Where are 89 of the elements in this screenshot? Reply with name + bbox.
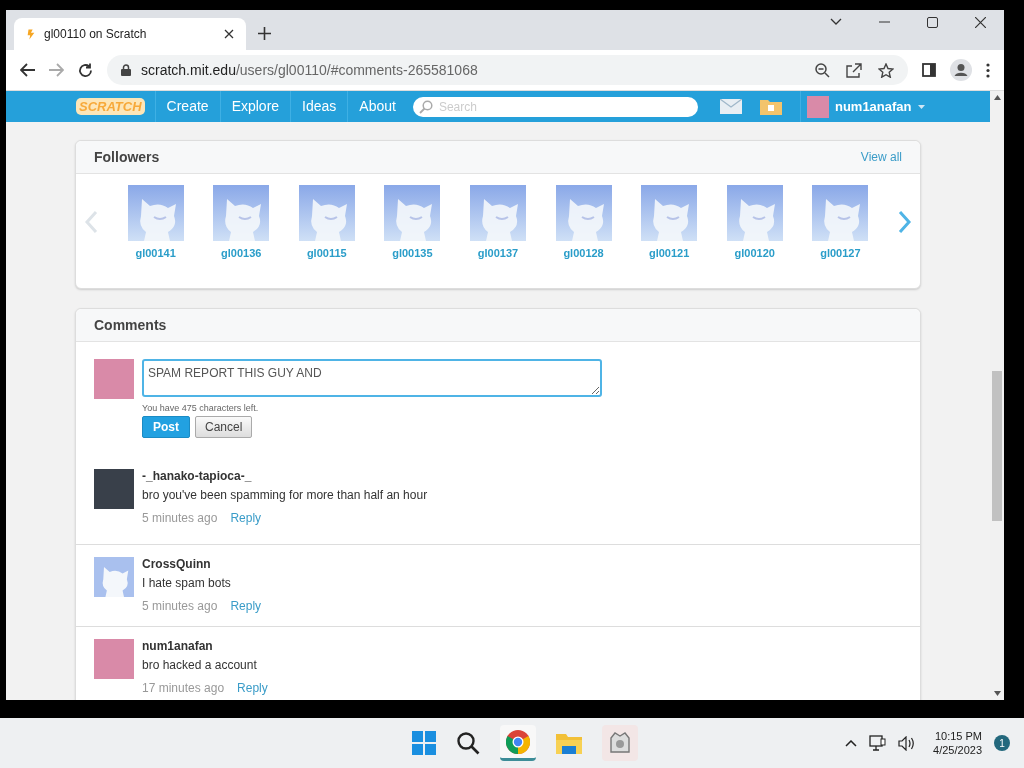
cancel-button[interactable]: Cancel bbox=[195, 416, 253, 438]
reply-link[interactable]: Reply bbox=[237, 681, 268, 695]
chevron-up-icon[interactable] bbox=[845, 739, 858, 747]
new-tab-icon[interactable] bbox=[258, 27, 271, 40]
scroll-down-icon[interactable] bbox=[993, 691, 1001, 696]
reply-link[interactable]: Reply bbox=[230, 599, 262, 613]
cat-head-icon bbox=[609, 730, 631, 753]
follower-link[interactable]: gl00136 bbox=[221, 247, 262, 259]
cat-avatar-icon[interactable] bbox=[726, 185, 783, 241]
folder-icon[interactable] bbox=[556, 732, 582, 754]
section-title: Followers bbox=[94, 149, 160, 165]
url-text: scratch.mit.edu/users/gl00110/#comments-265581068 bbox=[141, 62, 478, 78]
zoom-out-icon[interactable] bbox=[815, 62, 830, 78]
comment-input-field[interactable]: SPAM REPORT THIS GUY AND bbox=[142, 359, 602, 397]
nav-link[interactable]: About bbox=[347, 91, 407, 122]
address-bar[interactable]: scratch.mit.edu/users/gl00110/#comments-265581068 bbox=[107, 55, 908, 85]
browser-tab[interactable]: gl00110 on Scratch bbox=[14, 18, 246, 50]
nav-link[interactable]: Create bbox=[154, 91, 220, 122]
comment-text: bro you've been spamming for more than half an hour bbox=[142, 488, 428, 502]
avatar-placeholder bbox=[806, 95, 829, 118]
follower-link[interactable]: gl00128 bbox=[563, 247, 604, 259]
section-title: Comments bbox=[94, 317, 167, 333]
close-icon[interactable] bbox=[224, 29, 234, 39]
forward-arrow-icon[interactable] bbox=[49, 63, 64, 77]
username: num1anafan bbox=[834, 99, 912, 114]
reply-link[interactable]: Reply bbox=[230, 511, 262, 525]
account-menu[interactable]: num1anafan bbox=[799, 91, 931, 122]
folder-icon[interactable] bbox=[759, 98, 782, 115]
maximize-icon[interactable] bbox=[927, 16, 938, 28]
comment-author[interactable]: num1anafan bbox=[142, 639, 213, 653]
cat-avatar-icon[interactable] bbox=[213, 185, 270, 241]
side-panel-icon[interactable] bbox=[922, 63, 936, 77]
lock-icon bbox=[121, 64, 131, 76]
comment-time: 5 minutes ago bbox=[142, 511, 218, 525]
comment-author[interactable]: -_hanako-tapioca-_ bbox=[142, 469, 252, 483]
notification-badge[interactable]: 1 bbox=[994, 735, 1010, 751]
follower-link[interactable]: gl00141 bbox=[135, 247, 176, 259]
scratch-logo[interactable]: SCRATCH bbox=[76, 98, 145, 115]
app-taskbar-button[interactable] bbox=[602, 725, 638, 761]
cat-avatar-icon[interactable] bbox=[127, 185, 184, 241]
comment-time: 5 minutes ago bbox=[142, 599, 218, 613]
follower-link[interactable]: gl00120 bbox=[734, 247, 775, 259]
chrome-taskbar-button[interactable] bbox=[500, 725, 536, 761]
search-icon bbox=[418, 99, 433, 114]
cat-avatar-icon[interactable] bbox=[298, 185, 355, 241]
reload-icon[interactable] bbox=[78, 62, 93, 78]
chevron-right-icon[interactable] bbox=[897, 210, 912, 234]
avatar-placeholder bbox=[94, 469, 134, 509]
star-icon[interactable] bbox=[878, 62, 894, 78]
windows-start-icon[interactable] bbox=[412, 731, 436, 755]
comment-text: I hate spam bots bbox=[142, 576, 231, 590]
envelope-icon[interactable] bbox=[719, 99, 742, 114]
close-icon[interactable] bbox=[975, 16, 986, 28]
network-icon[interactable] bbox=[869, 735, 887, 751]
caret-icon bbox=[917, 104, 925, 109]
cat-avatar-icon[interactable] bbox=[812, 185, 869, 241]
cat-avatar-icon[interactable] bbox=[555, 185, 612, 241]
follower-link[interactable]: gl00135 bbox=[392, 247, 433, 259]
follower-link[interactable]: gl00115 bbox=[306, 247, 347, 259]
cat-avatar-icon[interactable] bbox=[469, 185, 526, 241]
avatar-placeholder bbox=[94, 359, 134, 399]
speaker-icon[interactable] bbox=[898, 735, 916, 751]
comment-author[interactable]: CrossQuinn bbox=[142, 557, 211, 571]
follower-link[interactable]: gl00137 bbox=[477, 247, 519, 259]
clock-time: 10:15 PM bbox=[934, 730, 982, 742]
back-arrow-icon[interactable] bbox=[20, 63, 35, 77]
avatar-placeholder bbox=[94, 639, 134, 679]
nav-link[interactable]: Ideas bbox=[290, 91, 348, 122]
scrollbar[interactable] bbox=[990, 91, 1004, 700]
cat-avatar-icon[interactable] bbox=[641, 185, 698, 241]
chevron-down-icon[interactable] bbox=[830, 18, 842, 26]
comment-text: bro hacked a account bbox=[142, 658, 257, 672]
scrollbar-thumb[interactable] bbox=[992, 371, 1002, 521]
characters-left-text: You have 475 characters left. bbox=[142, 403, 259, 413]
browser-icon bbox=[506, 729, 530, 754]
search-icon[interactable] bbox=[456, 731, 480, 755]
cat-avatar-icon[interactable] bbox=[384, 185, 441, 241]
follower-link[interactable]: gl00121 bbox=[648, 247, 690, 259]
more-menu-icon[interactable] bbox=[986, 62, 990, 78]
clock-date: 4/25/2023 bbox=[933, 744, 982, 756]
comment-time: 17 minutes ago bbox=[142, 681, 225, 695]
post-button[interactable]: Post bbox=[142, 416, 190, 438]
scroll-up-icon[interactable] bbox=[993, 95, 1001, 100]
share-icon[interactable] bbox=[846, 62, 862, 78]
profile-icon[interactable] bbox=[950, 59, 972, 81]
follower-link[interactable]: gl00127 bbox=[820, 247, 861, 259]
tab-title: gl00110 on Scratch bbox=[44, 27, 148, 41]
view-all-link[interactable]: View all bbox=[860, 150, 902, 164]
nav-link[interactable]: Explore bbox=[219, 91, 291, 122]
